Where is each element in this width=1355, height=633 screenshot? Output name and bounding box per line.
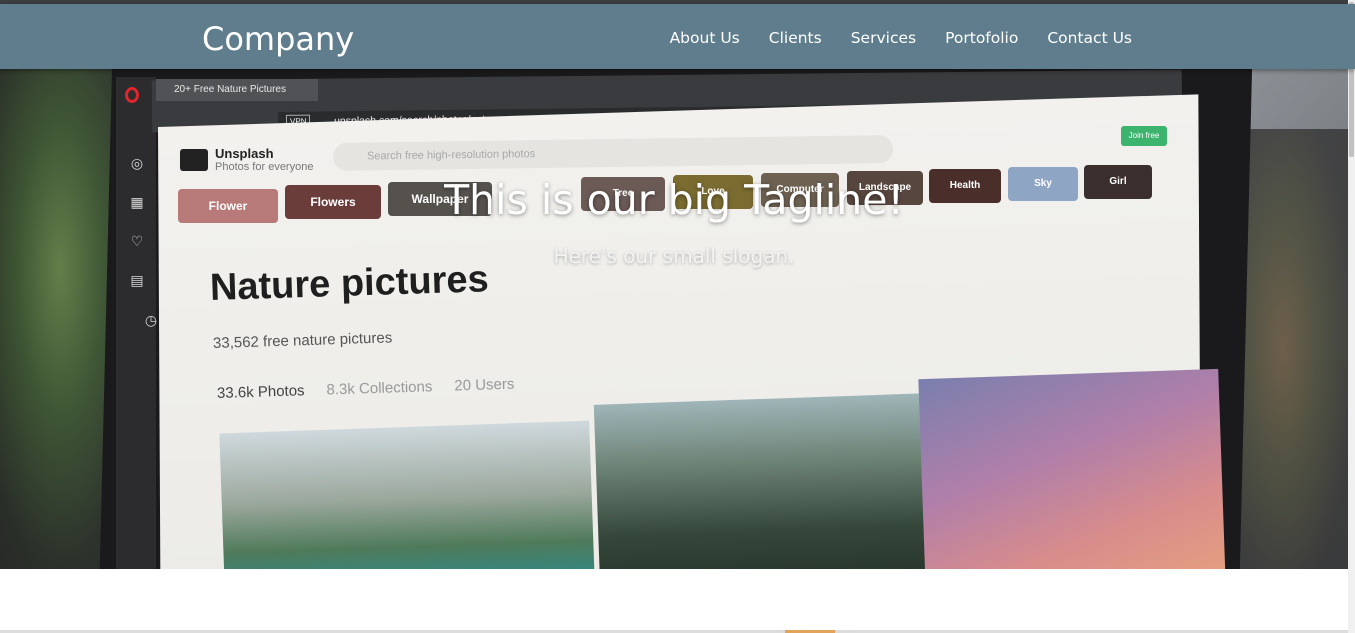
nav-services[interactable]: Services (851, 28, 916, 48)
hero-bg-site-name: Unsplash (215, 146, 274, 161)
page-scrollbar[interactable] (1348, 0, 1355, 633)
hero-section: ◎ ▦ ♡ ▤ ◷ 20+ Free Nature Pictures VPN u… (0, 69, 1348, 569)
nav-clients[interactable]: Clients (769, 28, 822, 48)
opera-logo-icon (125, 87, 139, 103)
hero-bg-tab-users: 20 Users (454, 375, 515, 395)
nav-menu: About Us Clients Services Portofolio Con… (670, 28, 1132, 48)
hero-bg-tab-photos: 33.6k Photos (216, 382, 305, 402)
clock-icon: ◷ (144, 312, 158, 328)
news-icon: ▤ (130, 272, 144, 288)
hero-tagline: This is our big Tagline! (444, 176, 904, 224)
hero-bg-photo-sky (918, 368, 1226, 569)
hero-bg-tab-collections: 8.3k Collections (326, 378, 433, 399)
navbar: Company About Us Clients Services Portof… (0, 4, 1355, 69)
nav-contact-us[interactable]: Contact Us (1047, 28, 1132, 48)
hero-bg-browser-tab: 20+ Free Nature Pictures (156, 79, 318, 101)
brand-logo[interactable]: Company (202, 20, 354, 58)
camera-icon: ◎ (130, 155, 144, 171)
nav-portofolio[interactable]: Portofolio (945, 28, 1018, 48)
nav-about-us[interactable]: About Us (670, 28, 740, 48)
hero-bg-join-button: Join free (1121, 126, 1167, 146)
hero-slogan: Here's our small slogan. (553, 244, 795, 268)
hero-bg-photo-mountains (219, 420, 595, 569)
hero-bg-photo-forest (593, 393, 931, 569)
